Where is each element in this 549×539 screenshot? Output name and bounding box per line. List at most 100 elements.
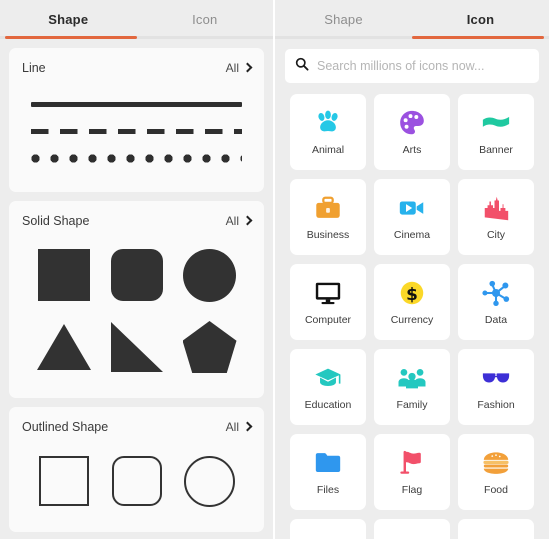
palette-icon bbox=[395, 108, 429, 138]
icon-category-card[interactable]: Animal bbox=[290, 94, 366, 170]
section-solid-shape-all-button[interactable]: All bbox=[225, 214, 253, 228]
section-line-title: Line bbox=[22, 61, 46, 75]
icon-category-grid[interactable]: Animal Arts Banner Business Cinema City Comput… bbox=[275, 83, 549, 539]
tab-icon-right-label: Icon bbox=[466, 12, 495, 27]
square-icon bbox=[37, 249, 90, 301]
shape-circle-outline[interactable] bbox=[178, 448, 242, 514]
section-solid-shape-header: Solid Shape All bbox=[9, 201, 264, 232]
line-style-dashed[interactable] bbox=[31, 118, 242, 145]
section-outlined-shape-title: Outlined Shape bbox=[22, 420, 109, 434]
section-solid-shape: Solid Shape All bbox=[9, 201, 264, 398]
icon-category-label: Business bbox=[306, 229, 350, 241]
icon-category-label: Computer bbox=[304, 314, 352, 326]
icon-category-card[interactable]: City bbox=[458, 179, 534, 255]
icon-category-label: Banner bbox=[479, 144, 513, 156]
right-tabbar: Shape Icon bbox=[275, 0, 549, 39]
icon-category-card[interactable]: Banner bbox=[458, 94, 534, 170]
icon-category-card[interactable]: Family bbox=[374, 349, 450, 425]
icon-category-card[interactable]: Computer bbox=[290, 264, 366, 340]
icon-category-card[interactable]: Flag bbox=[374, 434, 450, 510]
network-nodes-icon bbox=[479, 278, 513, 308]
shape-icon-picker: Shape Icon Line All Solid Shape All Outl… bbox=[0, 0, 549, 539]
icon-category-label: Files bbox=[316, 484, 340, 496]
icon-category-card[interactable] bbox=[458, 519, 534, 539]
tab-icon-right[interactable]: Icon bbox=[412, 0, 549, 39]
solid-line-preview bbox=[31, 102, 242, 107]
icon-category-card[interactable]: Education bbox=[290, 349, 366, 425]
icon-category-label: Animal bbox=[311, 144, 345, 156]
icon-category-label: Arts bbox=[402, 144, 422, 156]
shape-right-triangle[interactable] bbox=[105, 314, 169, 380]
rounded-square-outline-icon bbox=[111, 456, 162, 506]
icon-category-label: Cinema bbox=[393, 229, 431, 241]
ribbon-banner-icon bbox=[479, 108, 513, 138]
icon-category-label: Flag bbox=[401, 484, 423, 496]
shape-pentagon[interactable] bbox=[178, 314, 242, 380]
circle-outline-icon bbox=[184, 455, 235, 507]
tab-icon-left-label: Icon bbox=[192, 12, 218, 27]
section-outlined-shape-all-label: All bbox=[225, 420, 239, 434]
search-icon bbox=[295, 57, 309, 76]
dashed-line-preview bbox=[31, 129, 242, 134]
city-skyline-icon bbox=[479, 193, 513, 223]
shape-triangle[interactable] bbox=[32, 314, 96, 380]
shape-square[interactable] bbox=[32, 242, 96, 308]
left-tabbar: Shape Icon bbox=[0, 0, 273, 39]
icon-category-card[interactable]: Business bbox=[290, 179, 366, 255]
section-solid-shape-title: Solid Shape bbox=[22, 214, 90, 228]
icon-category-label: Family bbox=[396, 399, 428, 411]
shape-sections-scroll[interactable]: Line All Solid Shape All Outlined Shape … bbox=[0, 39, 273, 539]
icon-category-label: Food bbox=[484, 484, 508, 496]
shape-rounded-square-outline[interactable] bbox=[105, 448, 169, 514]
icon-category-card[interactable]: Arts bbox=[374, 94, 450, 170]
square-outline-icon bbox=[38, 456, 89, 506]
solid-shape-grid bbox=[9, 232, 264, 392]
icon-category-label: Education bbox=[304, 399, 352, 411]
right-triangle-icon bbox=[110, 322, 163, 372]
tab-shape-left-label: Shape bbox=[48, 12, 89, 27]
right-tab-underline bbox=[275, 36, 549, 39]
icon-panel: Shape Icon Animal Arts Banner Business Cinem… bbox=[275, 0, 549, 539]
icon-search-box[interactable] bbox=[285, 49, 539, 83]
circle-icon bbox=[183, 248, 236, 302]
right-tab-active-indicator bbox=[412, 36, 544, 39]
svg-text:$: $ bbox=[406, 284, 418, 304]
icon-category-card[interactable]: Food bbox=[458, 434, 534, 510]
shape-rounded-square[interactable] bbox=[105, 242, 169, 308]
pentagon-icon bbox=[182, 321, 237, 373]
line-style-dotted[interactable] bbox=[31, 145, 242, 172]
line-style-solid[interactable] bbox=[31, 91, 242, 118]
section-solid-shape-all-label: All bbox=[225, 214, 239, 228]
icon-category-card[interactable] bbox=[290, 519, 366, 539]
shape-circle[interactable] bbox=[178, 242, 242, 308]
left-tab-active-indicator bbox=[5, 36, 137, 39]
burger-icon bbox=[479, 448, 513, 478]
icon-category-label: Data bbox=[484, 314, 508, 326]
section-line-header: Line All bbox=[9, 48, 264, 79]
section-outlined-shape-header: Outlined Shape All bbox=[9, 407, 264, 438]
icon-category-card[interactable]: Files bbox=[290, 434, 366, 510]
section-outlined-shape: Outlined Shape All bbox=[9, 407, 264, 532]
dollar-coin-icon: $ bbox=[395, 278, 429, 308]
icon-category-label: Currency bbox=[390, 314, 434, 326]
people-group-icon bbox=[395, 363, 429, 393]
tab-shape-right-label: Shape bbox=[324, 12, 363, 27]
search-input[interactable] bbox=[317, 49, 529, 83]
tab-shape-left[interactable]: Shape bbox=[0, 0, 137, 39]
shape-square-outline[interactable] bbox=[32, 448, 96, 514]
dotted-line-preview bbox=[31, 154, 242, 163]
shape-panel: Shape Icon Line All Solid Shape All Outl… bbox=[0, 0, 275, 539]
section-line-all-label: All bbox=[225, 61, 239, 75]
tab-icon-left[interactable]: Icon bbox=[137, 0, 274, 39]
tab-shape-right[interactable]: Shape bbox=[275, 0, 412, 39]
outlined-shape-grid bbox=[9, 438, 264, 526]
icon-category-card[interactable] bbox=[374, 519, 450, 539]
icon-category-card[interactable]: Cinema bbox=[374, 179, 450, 255]
icon-category-card[interactable]: Data bbox=[458, 264, 534, 340]
icon-category-card[interactable]: Fashion bbox=[458, 349, 534, 425]
briefcase-icon bbox=[311, 193, 345, 223]
section-outlined-shape-all-button[interactable]: All bbox=[225, 420, 253, 434]
section-line-all-button[interactable]: All bbox=[225, 61, 253, 75]
rounded-square-icon bbox=[110, 249, 163, 301]
icon-category-card[interactable]: $ Currency bbox=[374, 264, 450, 340]
